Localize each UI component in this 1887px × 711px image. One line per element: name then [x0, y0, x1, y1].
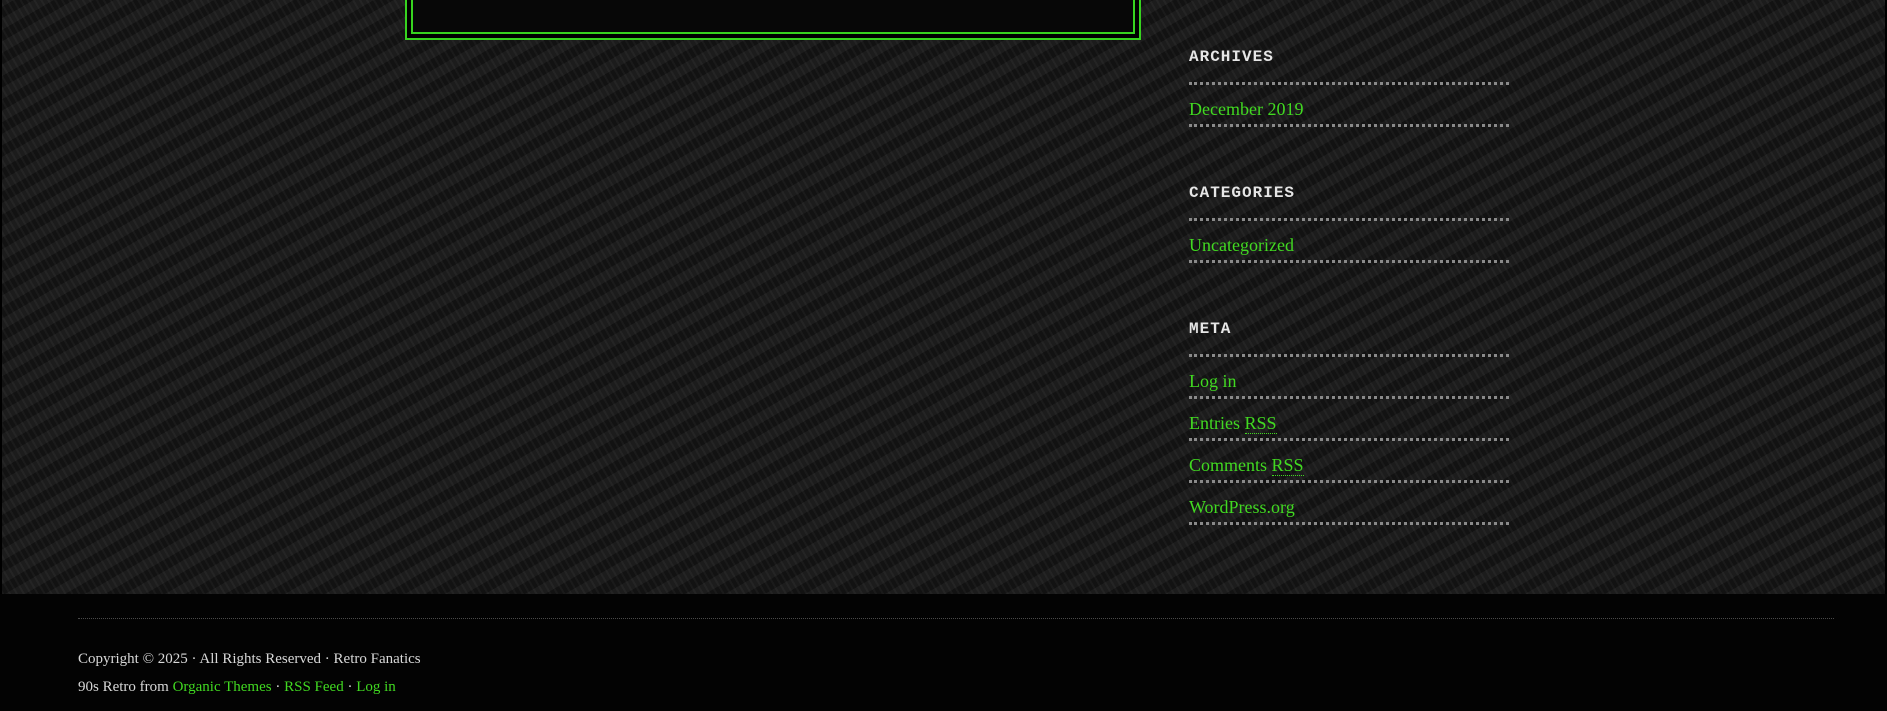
copyright-text: Copyright © 2025 · All Rights Reserved ·… [78, 651, 421, 667]
meta-widget: META Log in Entries RSS Comments RSS Wor… [1189, 318, 1509, 525]
post-content-box-bottom [405, 0, 1141, 40]
archives-list: December 2019 [1189, 85, 1509, 127]
meta-login-link[interactable]: Log in [1189, 371, 1237, 391]
footer-separator: · [347, 679, 353, 695]
categories-list: Uncategorized [1189, 221, 1509, 263]
site-footer: Copyright © 2025 · All Rights Reserved ·… [0, 594, 1887, 711]
entries-rss-link[interactable]: Entries RSS [1189, 413, 1277, 434]
footer-separator: · [275, 679, 281, 695]
rss-feed-link[interactable]: RSS Feed [284, 679, 344, 695]
footer-credits: 90s Retro from Organic Themes · RSS Feed… [78, 679, 396, 696]
wordpress-org-link[interactable]: WordPress.org [1189, 497, 1295, 517]
categories-title: CATEGORIES [1189, 182, 1509, 221]
list-item: Comments RSS [1189, 441, 1509, 483]
sidebar: ARCHIVES December 2019 CATEGORIES Uncate… [1189, 46, 1509, 580]
comments-rss-abbr: RSS [1271, 455, 1304, 476]
meta-title: META [1189, 318, 1509, 357]
list-item: WordPress.org [1189, 483, 1509, 525]
entries-label: Entries [1189, 413, 1240, 433]
list-item: December 2019 [1189, 85, 1509, 127]
comments-label: Comments [1189, 455, 1268, 475]
post-content-inner-frame [411, 0, 1135, 34]
archives-title: ARCHIVES [1189, 46, 1509, 85]
categories-widget: CATEGORIES Uncategorized [1189, 182, 1509, 263]
meta-list: Log in Entries RSS Comments RSS WordPres… [1189, 357, 1509, 525]
comments-rss-link[interactable]: Comments RSS [1189, 455, 1304, 476]
archives-widget: ARCHIVES December 2019 [1189, 46, 1509, 127]
category-link-uncategorized[interactable]: Uncategorized [1189, 235, 1294, 255]
list-item: Log in [1189, 357, 1509, 399]
footer-divider [78, 618, 1834, 619]
footer-login-link[interactable]: Log in [356, 679, 396, 695]
archive-link-december-2019[interactable]: December 2019 [1189, 99, 1303, 119]
list-item: Entries RSS [1189, 399, 1509, 441]
entries-rss-abbr: RSS [1244, 413, 1277, 434]
page-background: ARCHIVES December 2019 CATEGORIES Uncate… [0, 0, 1887, 594]
theme-credit-label: 90s Retro from [78, 679, 169, 695]
organic-themes-link[interactable]: Organic Themes [173, 679, 272, 695]
list-item: Uncategorized [1189, 221, 1509, 263]
